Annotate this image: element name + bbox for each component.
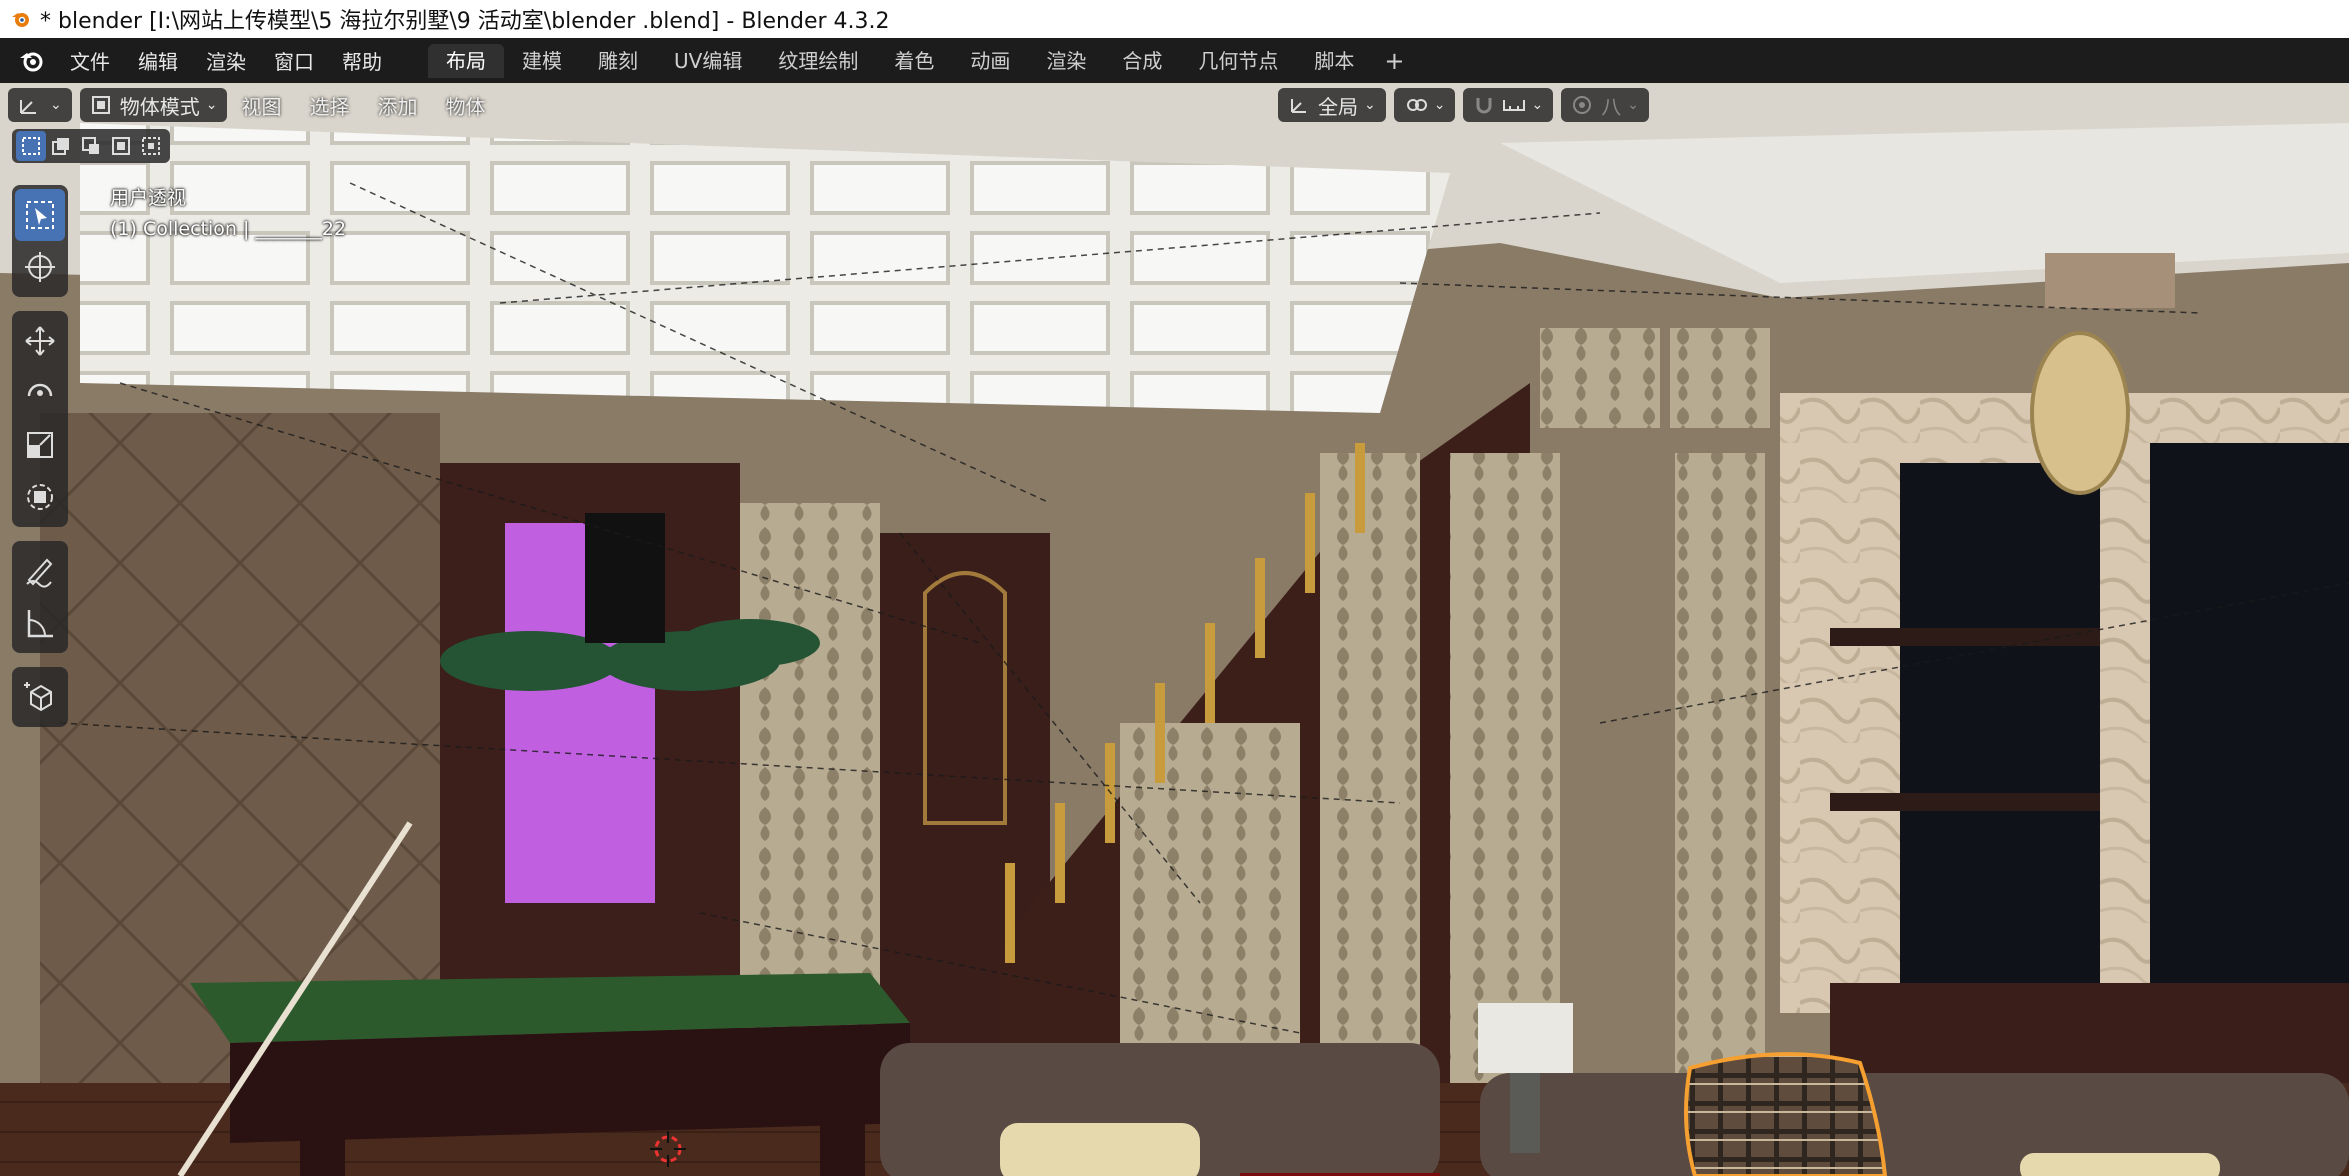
- tool-group-select: [12, 185, 68, 297]
- tool-group-add: [12, 667, 68, 727]
- viewport-header: ⌄ 物体模式 ⌄ 视图 选择 添加 物体 全局 ⌄ ⌄ ⌄ 八 ⌄: [0, 83, 2349, 127]
- header-right-tools: 全局 ⌄ ⌄ ⌄ 八 ⌄: [1270, 88, 1649, 122]
- tab-animation[interactable]: 动画: [952, 44, 1028, 78]
- view-menu[interactable]: 视图: [227, 91, 295, 120]
- object-menu[interactable]: 物体: [431, 91, 499, 120]
- add-workspace-button[interactable]: +: [1372, 47, 1416, 75]
- workspace-tabs: 布局 建模 雕刻 UV编辑 纹理绘制 着色 动画 渲染 合成 几何节点 脚本 +: [428, 38, 1416, 83]
- orientation-label: 全局: [1318, 94, 1358, 119]
- menu-help[interactable]: 帮助: [328, 46, 396, 75]
- scale-tool[interactable]: [15, 419, 65, 471]
- proportional-label: 八: [1601, 94, 1622, 119]
- select-invert-button[interactable]: [106, 131, 136, 161]
- tool-group-annotate: [12, 541, 68, 653]
- measure-icon: [27, 610, 53, 638]
- add-cube-icon: [24, 682, 52, 712]
- selection-mode-buttons: [12, 129, 170, 163]
- select-invert-icon: [112, 137, 130, 155]
- tab-texture-paint[interactable]: 纹理绘制: [760, 44, 876, 78]
- 3d-viewport[interactable]: ⌄ 物体模式 ⌄ 视图 选择 添加 物体 全局 ⌄ ⌄ ⌄ 八 ⌄ 用户透视 (…: [0, 83, 2349, 1176]
- snap-grid-icon: [1503, 100, 1526, 111]
- select-box-icon: [26, 201, 54, 229]
- measure-tool[interactable]: [15, 597, 65, 649]
- object-mode-icon: [91, 96, 110, 114]
- pivot-selector[interactable]: ⌄: [1393, 88, 1456, 122]
- select-intersect-button[interactable]: [136, 131, 166, 161]
- annotate-icon: [26, 558, 53, 588]
- tab-shading[interactable]: 着色: [876, 44, 952, 78]
- blender-menu-icon[interactable]: [18, 47, 46, 75]
- window-title: * blender [I:\网站上传模型\5 海拉尔别墅\9 活动室\blend…: [40, 9, 890, 34]
- viewport-info-overlay: 用户透视 (1) Collection | _______22: [110, 183, 346, 245]
- menu-render[interactable]: 渲染: [192, 46, 260, 75]
- tab-uv-editing[interactable]: UV编辑: [656, 44, 760, 78]
- proportional-icon: [1573, 96, 1592, 114]
- move-icon: [25, 326, 55, 356]
- cursor-icon: [25, 252, 55, 282]
- rotate-icon: [27, 383, 53, 397]
- select-subtract-button[interactable]: [76, 131, 106, 161]
- annotate-tool[interactable]: [15, 545, 65, 597]
- tab-layout[interactable]: 布局: [428, 43, 504, 78]
- transform-orientation-selector[interactable]: 全局 ⌄: [1278, 88, 1386, 122]
- select-box-tool[interactable]: [15, 189, 65, 241]
- transform-gizmo-icon: [20, 100, 36, 114]
- select-intersect-icon: [142, 137, 160, 155]
- select-subtract-icon: [82, 137, 99, 154]
- scale-icon: [27, 432, 53, 458]
- tab-scripting[interactable]: 脚本: [1296, 44, 1372, 78]
- tab-geometry-nodes[interactable]: 几何节点: [1180, 44, 1296, 78]
- move-tool[interactable]: [15, 315, 65, 367]
- proportional-editing-toggle[interactable]: 八 ⌄: [1561, 88, 1649, 122]
- mode-label: 物体模式: [119, 94, 200, 119]
- mode-selector[interactable]: 物体模式 ⌄: [79, 88, 228, 122]
- editor-type-selector[interactable]: ⌄: [8, 88, 72, 122]
- tab-compositing[interactable]: 合成: [1104, 44, 1180, 78]
- 3d-cursor-icon[interactable]: [648, 1129, 688, 1169]
- add-cube-tool[interactable]: [15, 671, 65, 723]
- view-name-label: 用户透视: [110, 187, 187, 209]
- tool-group-transform: [12, 311, 68, 527]
- window-title-bar: * blender [I:\网站上传模型\5 海拉尔别墅\9 活动室\blend…: [0, 0, 2349, 38]
- top-menu-bar: 文件 编辑 渲染 窗口 帮助 布局 建模 雕刻 UV编辑 纹理绘制 着色 动画 …: [0, 38, 2349, 83]
- orientation-icon: [1291, 99, 1306, 113]
- tool-shelf: [12, 185, 68, 741]
- select-new-icon: [22, 137, 40, 155]
- menu-window[interactable]: 窗口: [260, 46, 328, 75]
- menu-edit[interactable]: 编辑: [124, 46, 192, 75]
- collection-label: (1) Collection | _______22: [110, 218, 347, 240]
- cursor-tool[interactable]: [15, 241, 65, 293]
- select-extend-icon: [52, 138, 69, 155]
- magnet-icon: [1476, 98, 1492, 114]
- rotate-tool[interactable]: [15, 367, 65, 419]
- transform-icon: [27, 484, 53, 510]
- menu-file[interactable]: 文件: [56, 46, 124, 75]
- select-menu[interactable]: 选择: [295, 91, 363, 120]
- snap-toggle[interactable]: ⌄: [1463, 88, 1554, 122]
- viewport-scene-render[interactable]: [0, 83, 2349, 1176]
- transform-tool[interactable]: [15, 471, 65, 523]
- select-extend-button[interactable]: [46, 131, 76, 161]
- select-new-button[interactable]: [16, 131, 46, 161]
- tab-sculpting[interactable]: 雕刻: [580, 44, 656, 78]
- tab-rendering[interactable]: 渲染: [1028, 44, 1104, 78]
- blender-logo-icon: [12, 13, 29, 27]
- link-icon: [1406, 99, 1427, 111]
- tab-modeling[interactable]: 建模: [504, 44, 580, 78]
- add-menu[interactable]: 添加: [363, 91, 431, 120]
